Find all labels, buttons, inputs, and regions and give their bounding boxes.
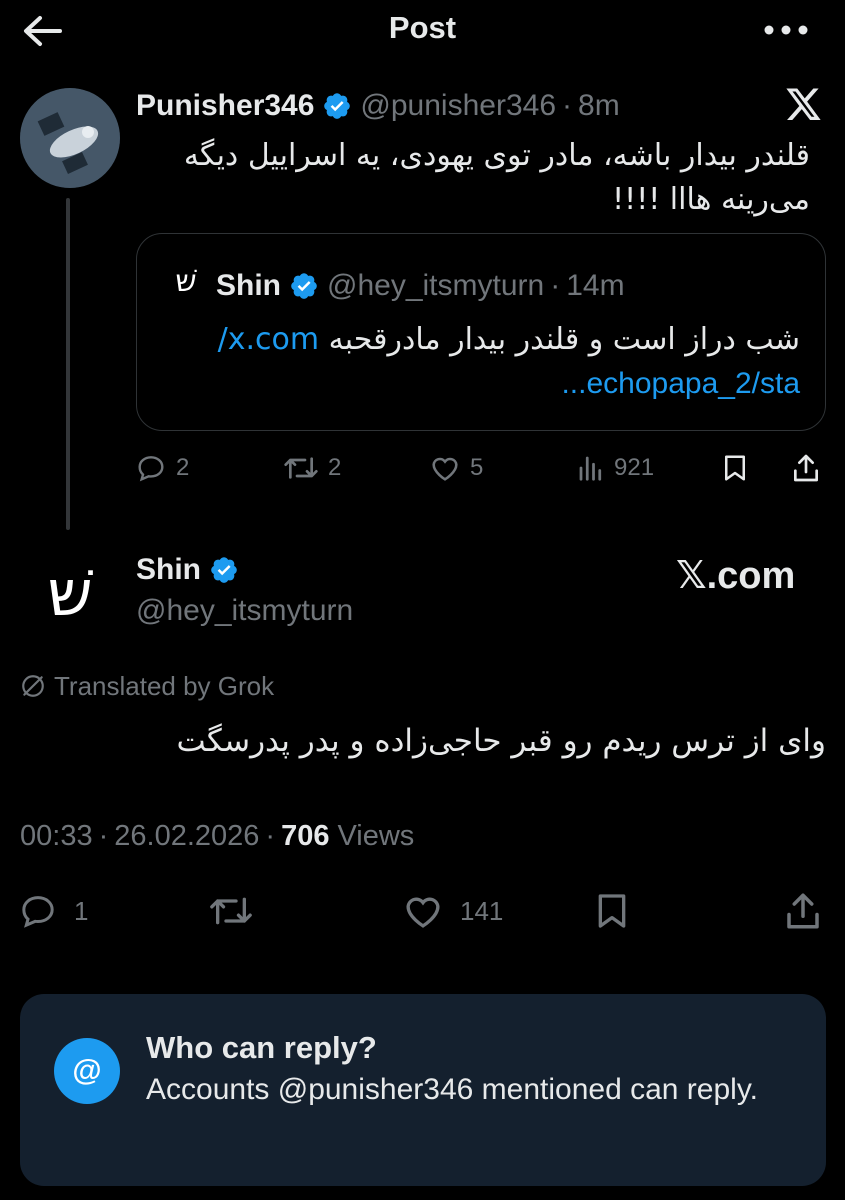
separator-dot: · [98, 819, 109, 852]
tweet-time[interactable]: 8m [578, 89, 620, 123]
reply-icon [22, 896, 54, 928]
like-count: 5 [470, 454, 484, 481]
quoted-author-name[interactable]: Shin [216, 269, 281, 303]
quoted-tweet-time: 14m [566, 269, 625, 302]
views-label: Views [337, 819, 415, 852]
reply-button[interactable]: 1 [16, 886, 88, 936]
reply-icon [138, 456, 164, 482]
avatar-image [20, 88, 120, 188]
verified-badge-icon [324, 93, 351, 119]
share-button[interactable] [782, 886, 824, 936]
tweet-text: وای از ترس ریدم رو قبر حاجی‌زاده و پدر پ… [176, 723, 826, 759]
quoted-avatar[interactable]: שׁ [166, 262, 206, 302]
share-icon [794, 454, 818, 482]
parent-tweet-header: Punisher346 @punisher346 · 8m [136, 86, 620, 126]
page-title: Post [388, 10, 457, 45]
tweet-text-line: می‌رینه هااا !!!! [612, 182, 810, 217]
tweet-time[interactable]: 00:33 [20, 820, 93, 853]
verified-badge-icon [211, 557, 237, 583]
quoted-link-continued[interactable]: echopapa_2/sta... [160, 362, 800, 406]
reply-button[interactable]: 2 [134, 446, 189, 490]
quoted-tweet-text: شب دراز است و قلندر بیدار مادرقحبه x.com… [160, 318, 800, 362]
separator-dot: · [550, 269, 561, 302]
parent-action-bar: 2 2 5 921 [134, 446, 834, 490]
avatar[interactable]: שׁ [20, 544, 120, 644]
views-count: 706 [281, 819, 330, 852]
like-button[interactable]: 141 [400, 886, 503, 936]
separator-dot: · [265, 819, 276, 852]
tweet-text: قلندر بیدار باشه، مادر توی یهودی، یه اسر… [136, 134, 810, 222]
reply-restriction-title: Who can reply? [146, 1030, 377, 1065]
source-label: 𝕏.com [676, 554, 796, 597]
reply-count: 2 [176, 454, 190, 481]
main-tweet-header: Shin [136, 550, 247, 590]
repost-icon [210, 897, 252, 925]
x-logo-icon [786, 88, 822, 122]
avatar[interactable] [20, 88, 120, 188]
tweet-metadata: 00:33 · 26.02.2026 · 706 Views [20, 816, 414, 856]
author-handle[interactable]: @punisher346 [360, 89, 556, 123]
like-button[interactable]: 5 [428, 446, 483, 490]
translation-notice[interactable]: Translated by Grok [20, 668, 274, 704]
author-handle[interactable]: @hey_itsmyturn [136, 594, 353, 628]
bar-chart-icon [579, 456, 602, 481]
tweet-date[interactable]: 26.02.2026 [114, 820, 259, 853]
share-button[interactable] [790, 446, 822, 490]
quoted-tweet-header: Shin @hey_itsmyturn · 14m [216, 266, 625, 306]
main-action-bar: 1 141 [16, 886, 830, 936]
translated-label: Translated by Grok [54, 670, 275, 701]
bookmark-icon [725, 455, 745, 481]
more-dots-icon [764, 25, 808, 35]
repost-button[interactable] [206, 886, 256, 936]
separator-dot: · [562, 89, 573, 122]
grok-icon [22, 675, 44, 697]
quoted-link[interactable]: x.com/ [218, 322, 319, 357]
view-count: 921 [614, 454, 655, 481]
repost-icon [284, 457, 318, 479]
author-name[interactable]: Shin [136, 553, 201, 587]
reply-count: 1 [74, 895, 89, 926]
verified-badge-icon [291, 273, 317, 299]
at-sign-icon: @ [54, 1038, 120, 1104]
bookmark-icon [598, 894, 626, 928]
bookmark-button[interactable] [720, 446, 750, 490]
heart-icon [432, 457, 458, 481]
share-icon [787, 893, 819, 929]
reply-restriction-body: Accounts @punisher346 mentioned can repl… [146, 1073, 758, 1106]
more-options-button[interactable] [758, 12, 814, 48]
views-button[interactable]: 921 [576, 446, 654, 490]
bookmark-button[interactable] [592, 886, 632, 936]
like-count: 141 [460, 895, 504, 926]
author-name[interactable]: Punisher346 [136, 89, 314, 123]
tweet-text-line: قلندر بیدار باشه، مادر توی یهودی، یه اسر… [183, 138, 810, 173]
quoted-text: شب دراز است و قلندر بیدار مادرقحبه [328, 322, 800, 357]
quoted-author-handle[interactable]: @hey_itsmyturn [327, 269, 544, 303]
repost-count: 2 [328, 454, 342, 481]
repost-button[interactable]: 2 [282, 446, 341, 490]
thread-connector-line [66, 198, 70, 530]
heart-icon [406, 897, 440, 928]
